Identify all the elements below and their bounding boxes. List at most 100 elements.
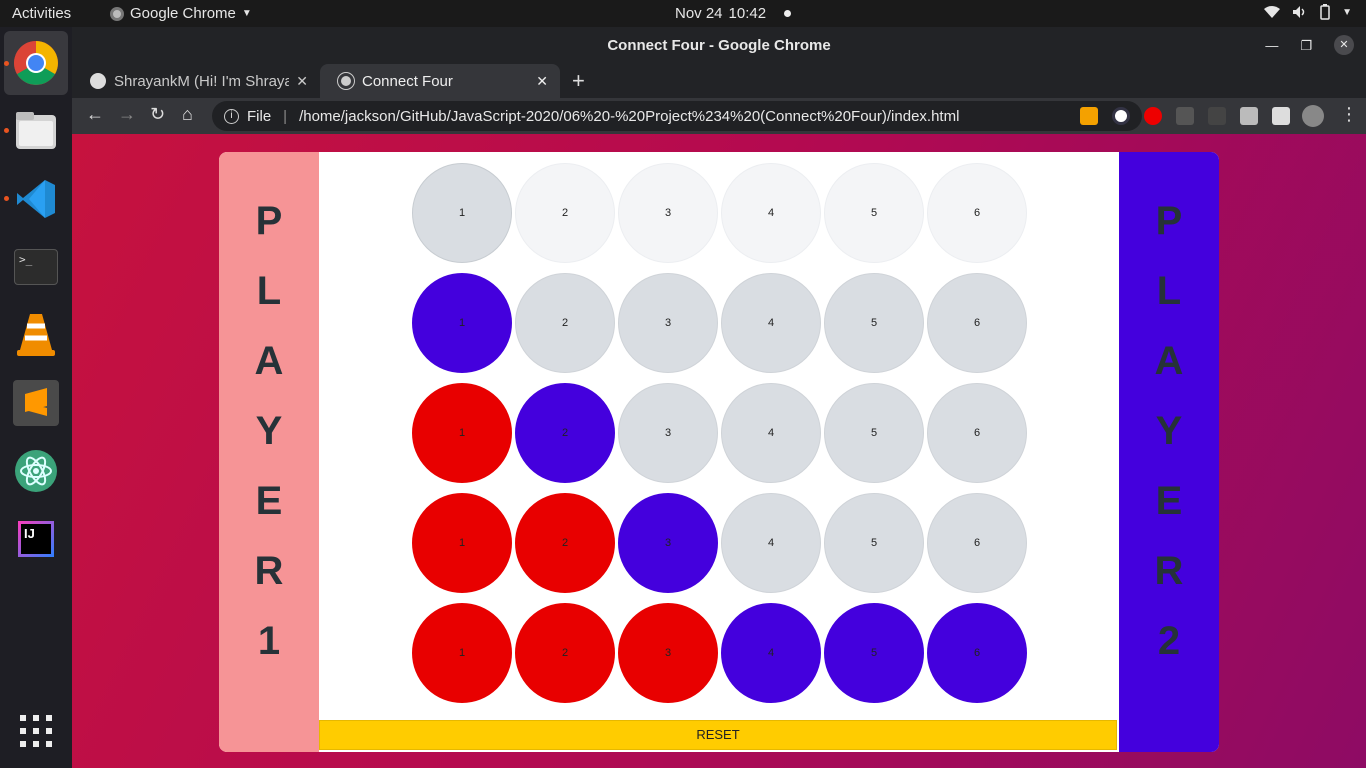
board-cell[interactable]: 4: [721, 493, 821, 593]
board-cell[interactable]: 3: [618, 603, 718, 703]
grid-extension-icon[interactable]: [1208, 107, 1226, 125]
avatar[interactable]: [1302, 105, 1324, 127]
player-1-letter: L: [256, 269, 282, 313]
dock-chrome[interactable]: [4, 31, 68, 95]
board-cell[interactable]: 1: [412, 163, 512, 263]
power-menu-caret-icon: ▼: [1342, 6, 1352, 18]
maximize-button[interactable]: ❐: [1300, 27, 1312, 64]
board-cell[interactable]: 4: [721, 603, 821, 703]
window-title: Connect Four - Google Chrome: [607, 37, 831, 54]
new-tab-button[interactable]: +: [572, 68, 585, 94]
reset-button[interactable]: RESET: [319, 720, 1117, 750]
board-cell[interactable]: 6: [927, 493, 1027, 593]
running-indicator: [4, 196, 9, 201]
close-tab-icon[interactable]: ✕: [536, 73, 548, 90]
info-icon[interactable]: i: [224, 108, 239, 124]
board-cell[interactable]: 3: [618, 493, 718, 593]
board-cell[interactable]: 2: [515, 273, 615, 373]
app-menu[interactable]: Google Chrome ▼: [110, 5, 252, 22]
tab-strip: ShrayankM (Hi! I'm Shraya ✕ Connect Four…: [72, 64, 1366, 98]
tab-label: ShrayankM (Hi! I'm Shraya: [114, 72, 289, 90]
board-cell[interactable]: 4: [721, 163, 821, 263]
dock-intellij[interactable]: IJ: [12, 515, 60, 563]
board-cell[interactable]: 6: [927, 273, 1027, 373]
browser-toolbar: ← → ↻ ⌂ i File | /home/jackson/GitHub/Ja…: [72, 98, 1366, 134]
board-cell[interactable]: 5: [824, 273, 924, 373]
minimize-button[interactable]: —: [1265, 27, 1278, 64]
board-cell[interactable]: 3: [618, 383, 718, 483]
cube-extension-icon[interactable]: [1240, 107, 1258, 125]
board-cell[interactable]: 5: [824, 493, 924, 593]
blocker-extension-icon[interactable]: [1112, 107, 1130, 125]
home-icon[interactable]: ⌂: [182, 104, 193, 125]
show-applications-button[interactable]: [12, 707, 60, 755]
tab-label: Connect Four: [362, 72, 453, 90]
page-viewport: P L A Y E R 1 12345612345612345612345612…: [72, 134, 1366, 768]
chrome-window: Connect Four - Google Chrome — ❐ ✕ Shray…: [72, 27, 1366, 768]
player-2-letter: E: [1155, 479, 1183, 523]
dock-atom[interactable]: [12, 447, 60, 495]
stop-hand-icon[interactable]: [1144, 107, 1162, 125]
board-cell[interactable]: 4: [721, 383, 821, 483]
board-cell[interactable]: 6: [927, 163, 1027, 263]
board-cell[interactable]: 2: [515, 493, 615, 593]
dock-terminal[interactable]: >_: [12, 243, 60, 291]
url-scheme: File: [247, 107, 272, 125]
board-cell[interactable]: 5: [824, 383, 924, 483]
pen-extension-icon[interactable]: [1176, 107, 1194, 125]
player-1-letter: P: [255, 199, 283, 243]
board-cell[interactable]: 6: [927, 603, 1027, 703]
player-2-letter: L: [1156, 269, 1182, 313]
player-1-letter: Y: [255, 409, 283, 453]
url-separator: |: [283, 107, 288, 125]
board-cell[interactable]: 1: [412, 273, 512, 373]
board-cell[interactable]: 3: [618, 163, 718, 263]
extension-icon[interactable]: [1080, 107, 1098, 125]
address-bar[interactable]: i File | /home/jackson/GitHub/JavaScript…: [212, 101, 1142, 131]
tab-github[interactable]: ShrayankM (Hi! I'm Shraya ✕: [72, 64, 320, 98]
activities-button[interactable]: Activities: [12, 5, 71, 22]
back-icon[interactable]: ←: [86, 104, 104, 125]
board-cell[interactable]: 1: [412, 383, 512, 483]
connect-four-game: P L A Y E R 1 12345612345612345612345612…: [219, 152, 1219, 752]
close-tab-icon[interactable]: ✕: [296, 73, 308, 90]
board-cell[interactable]: 5: [824, 603, 924, 703]
board-cell[interactable]: 6: [927, 383, 1027, 483]
clock[interactable]: Nov 24 10:42: [675, 5, 792, 22]
board-cell[interactable]: 3: [618, 273, 718, 373]
url-text: /home/jackson/GitHub/JavaScript-2020/06%…: [299, 107, 960, 125]
dock-files[interactable]: [12, 107, 60, 155]
puzzle-icon[interactable]: [1272, 107, 1290, 125]
player-2-letter: A: [1154, 339, 1184, 383]
player-1-panel: P L A Y E R 1: [219, 152, 319, 752]
reload-icon[interactable]: ↻: [150, 104, 165, 125]
window-titlebar[interactable]: Connect Four - Google Chrome — ❐ ✕: [72, 27, 1366, 64]
wifi-icon: [1264, 6, 1281, 18]
player-1-letter: E: [255, 479, 283, 523]
player-1-letter: 1: [257, 619, 281, 663]
board-cell[interactable]: 4: [721, 273, 821, 373]
vlc-icon: [17, 314, 55, 356]
board-cell[interactable]: 5: [824, 163, 924, 263]
app-menu-label: Google Chrome: [130, 5, 236, 22]
time-label: 10:42: [728, 5, 767, 22]
atom-icon: [15, 450, 57, 492]
dock-vlc[interactable]: [12, 311, 60, 359]
board-cell[interactable]: 1: [412, 603, 512, 703]
dock-sublime[interactable]: [12, 379, 60, 427]
game-board: 123456123456123456123456123456: [319, 152, 1119, 722]
more-menu-icon[interactable]: ⋮: [1340, 104, 1358, 125]
board-cell[interactable]: 1: [412, 493, 512, 593]
forward-icon[interactable]: →: [118, 104, 136, 125]
close-window-button[interactable]: ✕: [1334, 35, 1354, 55]
caret-down-icon: ▼: [241, 8, 252, 19]
board-cell[interactable]: 2: [515, 383, 615, 483]
dock-vscode[interactable]: [12, 175, 60, 223]
github-icon: [90, 73, 106, 89]
app-grid-icon: [20, 715, 52, 747]
tab-connect-four[interactable]: Connect Four ✕: [320, 64, 560, 98]
ubuntu-dock: >_ IJ: [0, 27, 72, 768]
board-cell[interactable]: 2: [515, 603, 615, 703]
system-tray[interactable]: ▼: [1264, 4, 1352, 20]
board-cell[interactable]: 2: [515, 163, 615, 263]
